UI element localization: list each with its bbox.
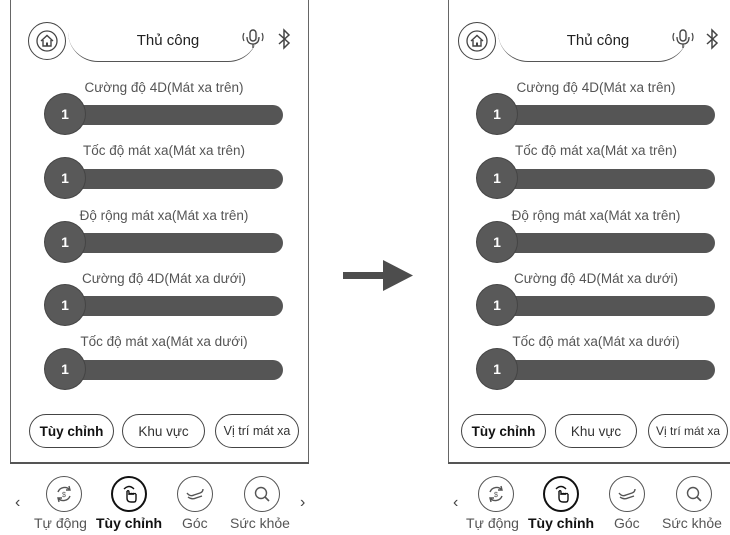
voice-icon[interactable]: [671, 28, 695, 50]
panel-border-left: [10, 0, 11, 462]
auto-mode-icon[interactable]: $: [46, 476, 82, 512]
slider-label: Độ rộng mát xa(Mát xa trên): [79, 208, 249, 223]
nav-label-health[interactable]: Sức khỏe: [230, 515, 290, 531]
right-panel: Thủ công Cường độ 4D(Mát xa trên) 1 Tốc …: [438, 0, 730, 535]
voice-icon[interactable]: [241, 28, 265, 50]
slider-knob[interactable]: 1: [477, 158, 517, 198]
page-title: Thủ công: [566, 32, 630, 49]
svg-text:$: $: [494, 492, 498, 499]
slider-label: Cường độ 4D(Mát xa dưới): [81, 271, 247, 286]
page-title: Thủ công: [136, 32, 200, 49]
slider-label: Độ rộng mát xa(Mát xa trên): [511, 208, 681, 223]
manual-mode-icon[interactable]: [111, 476, 147, 512]
chevron-left-icon[interactable]: ‹: [453, 494, 458, 512]
home-button[interactable]: [458, 22, 496, 60]
svg-text:$: $: [62, 492, 66, 499]
nav-label-health[interactable]: Sức khỏe: [662, 515, 722, 531]
slider-label: Tốc độ mát xa(Mát xa dưới): [512, 334, 680, 349]
health-search-icon[interactable]: [676, 476, 712, 512]
divider: [448, 462, 730, 464]
nav-label-angle[interactable]: Góc: [182, 515, 208, 531]
slider-knob[interactable]: 1: [477, 349, 517, 389]
slider-knob[interactable]: 1: [477, 222, 517, 262]
mode-button-area[interactable]: Khu vực: [122, 414, 205, 448]
manual-mode-icon[interactable]: [543, 476, 579, 512]
slider-knob[interactable]: 1: [45, 94, 85, 134]
slider-knob[interactable]: 1: [477, 94, 517, 134]
bluetooth-icon[interactable]: [704, 28, 720, 50]
slider-label: Cường độ 4D(Mát xa trên): [84, 80, 244, 95]
slider-label: Tốc độ mát xa(Mát xa trên): [514, 143, 678, 158]
slider-label: Tốc độ mát xa(Mát xa trên): [82, 143, 246, 158]
slider-label: Cường độ 4D(Mát xa dưới): [513, 271, 679, 286]
slider-knob[interactable]: 1: [45, 349, 85, 389]
nav-label-custom[interactable]: Tùy chỉnh: [96, 515, 162, 531]
chevron-right-icon[interactable]: ›: [300, 494, 305, 512]
header: Thủ công: [28, 22, 324, 62]
nav-label-custom[interactable]: Tùy chỉnh: [528, 515, 594, 531]
mode-button-position[interactable]: Vị trí mát xa: [215, 414, 299, 448]
mode-button-area[interactable]: Khu vực: [555, 414, 637, 448]
slider-knob[interactable]: 1: [45, 158, 85, 198]
chevron-left-icon[interactable]: ‹: [15, 494, 20, 512]
home-button[interactable]: [28, 22, 66, 60]
slider-knob[interactable]: 1: [477, 285, 517, 325]
bluetooth-icon[interactable]: [276, 28, 292, 50]
mode-button-position[interactable]: Vị trí mát xa: [648, 414, 728, 448]
header: Thủ công: [458, 22, 730, 62]
mode-button-custom[interactable]: Tùy chỉnh: [29, 414, 114, 448]
slider-label: Cường độ 4D(Mát xa trên): [516, 80, 676, 95]
health-search-icon[interactable]: [244, 476, 280, 512]
left-panel: Thủ công Cường độ 4D(Mát xa trên) 1 Tốc …: [0, 0, 318, 535]
nav-label-angle[interactable]: Góc: [614, 515, 640, 531]
panel-border-left: [448, 0, 449, 462]
panel-border-right: [308, 0, 309, 462]
slider-knob[interactable]: 1: [45, 285, 85, 325]
home-icon: [36, 30, 58, 52]
divider: [10, 462, 309, 464]
arrow-right-icon: [343, 260, 413, 291]
angle-icon[interactable]: [609, 476, 645, 512]
slider-label: Tốc độ mát xa(Mát xa dưới): [80, 334, 248, 349]
slider-knob[interactable]: 1: [45, 222, 85, 262]
nav-label-auto[interactable]: Tự động: [34, 515, 87, 531]
mode-button-custom[interactable]: Tùy chỉnh: [461, 414, 546, 448]
auto-mode-icon[interactable]: $: [478, 476, 514, 512]
nav-label-auto[interactable]: Tự động: [466, 515, 519, 531]
home-icon: [466, 30, 488, 52]
angle-icon[interactable]: [177, 476, 213, 512]
